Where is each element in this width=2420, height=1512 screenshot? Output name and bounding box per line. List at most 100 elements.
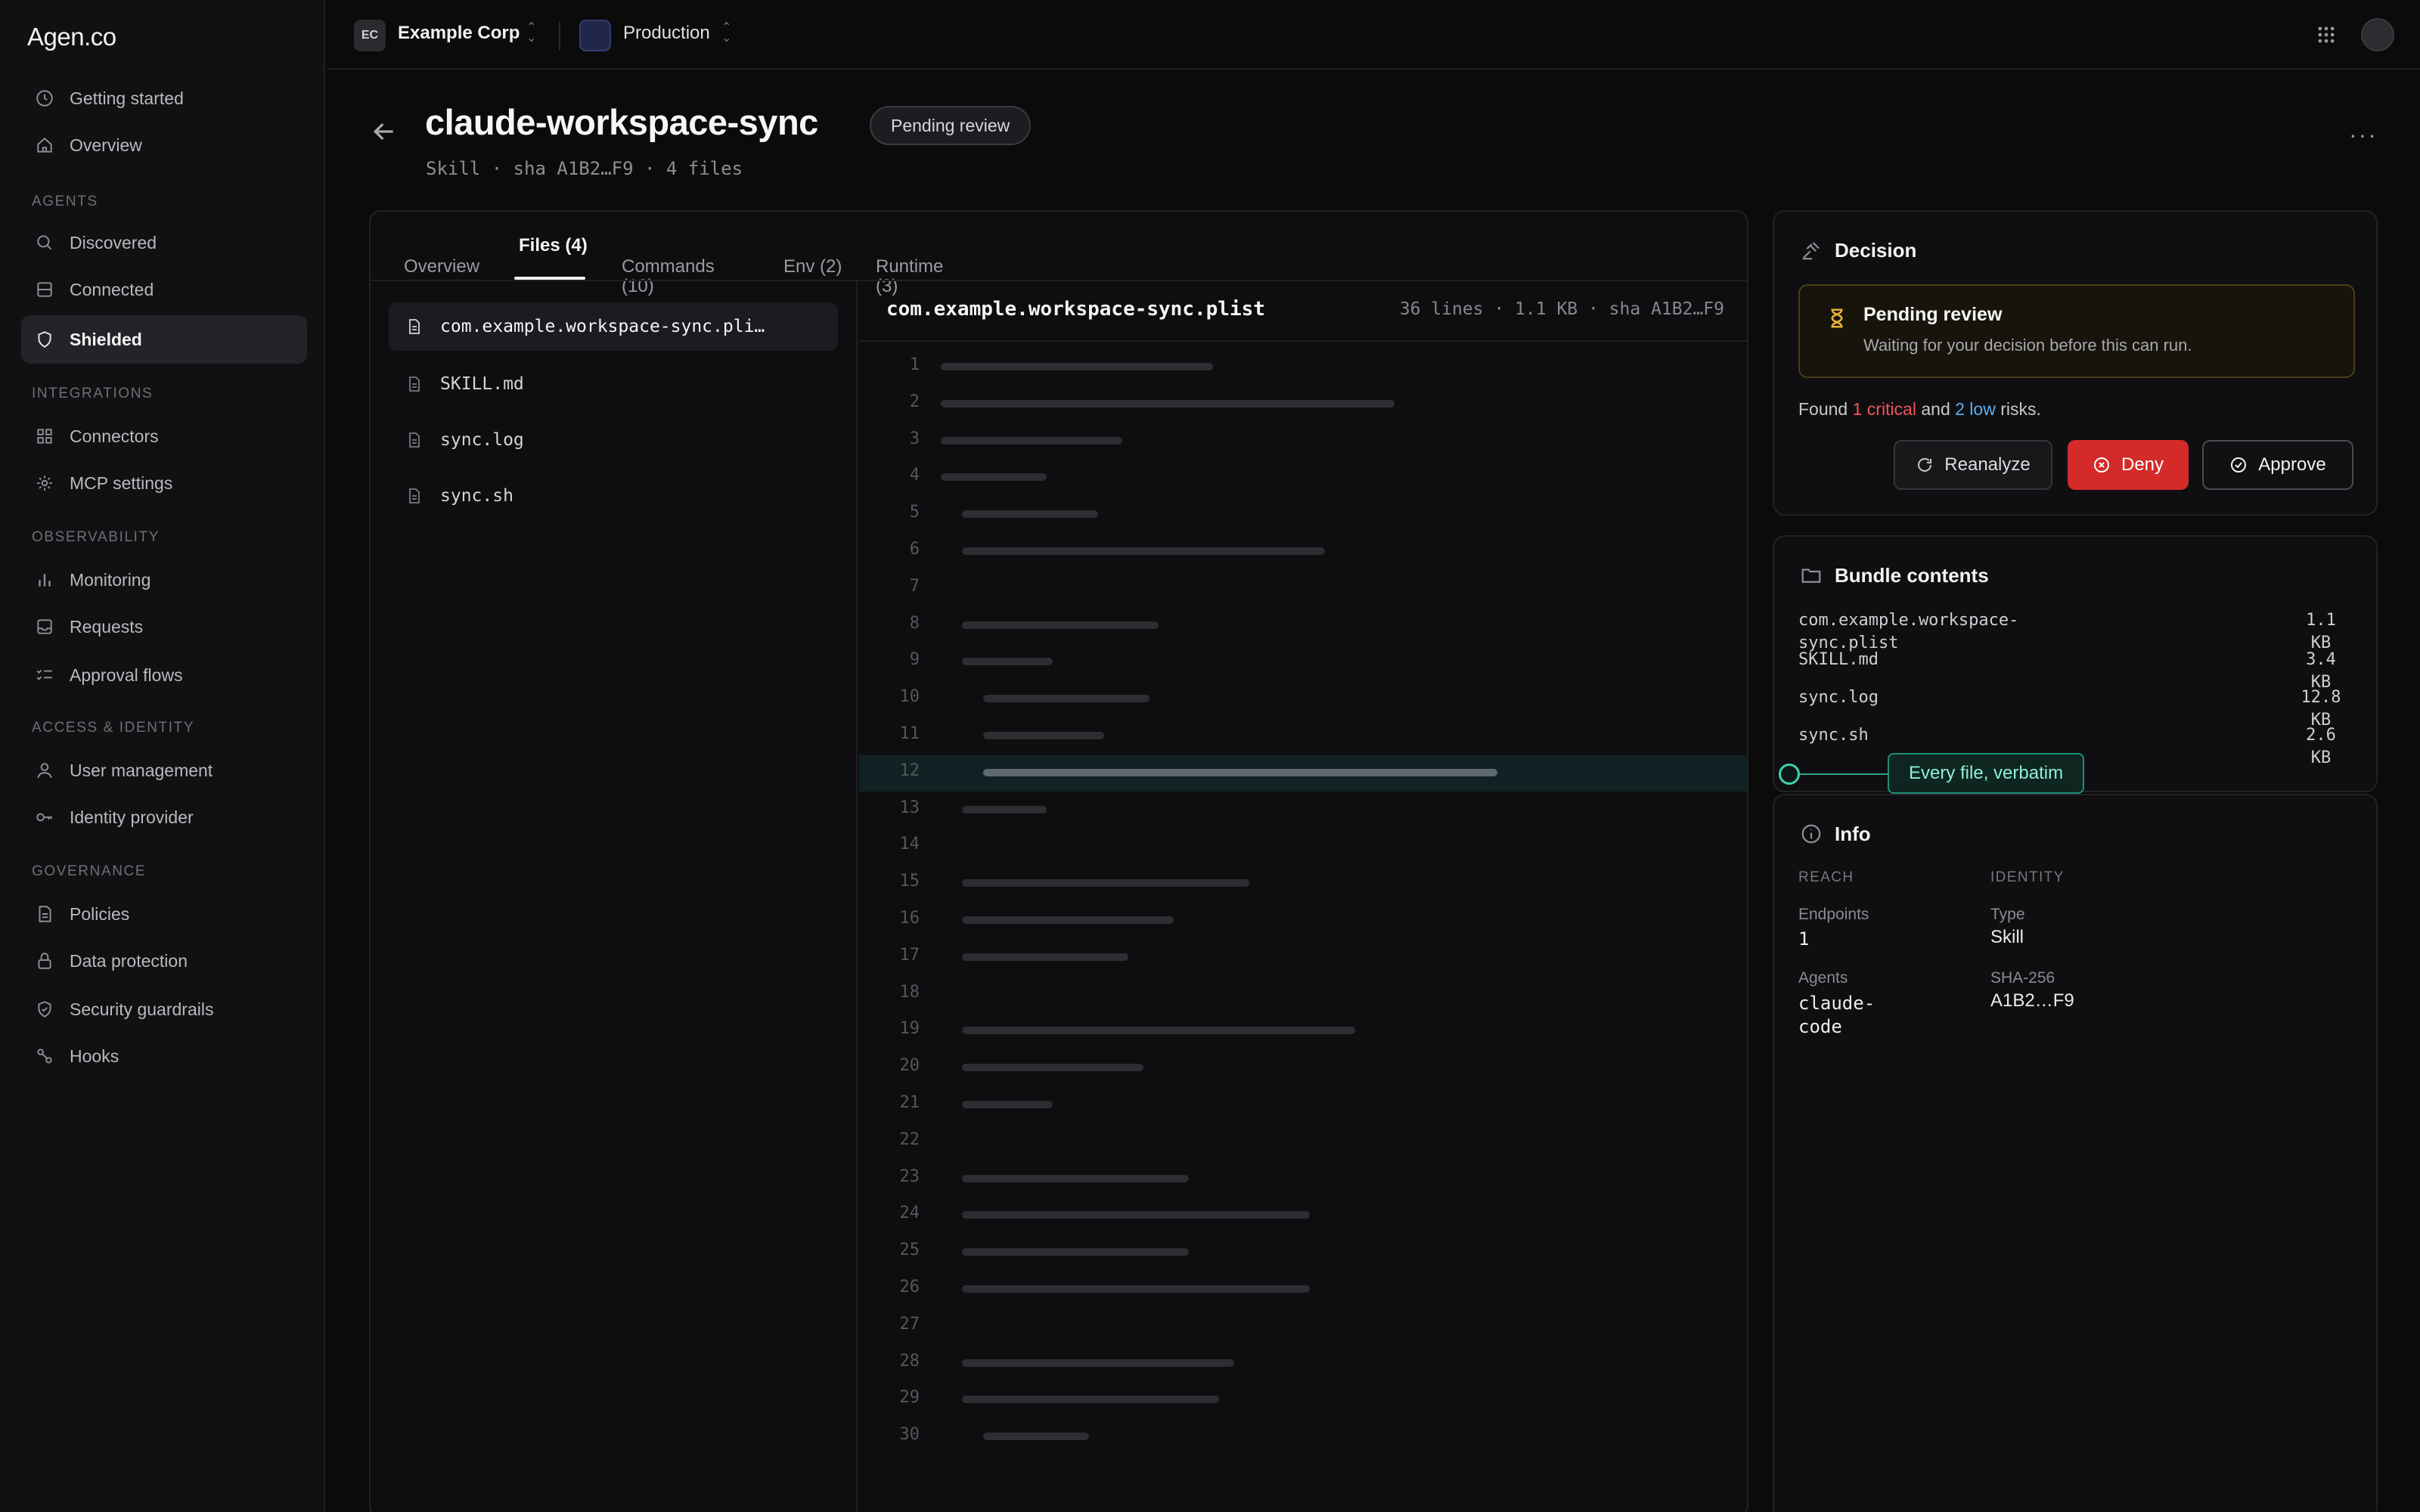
deny-button[interactable]: Deny	[2068, 440, 2189, 490]
clock-icon	[36, 90, 53, 107]
refresh-icon	[1918, 457, 1932, 472]
line-number: 3	[909, 429, 920, 448]
code-line-placeholder	[962, 1396, 1219, 1404]
sidebar-item-identity-provider[interactable]: Identity provider	[21, 793, 307, 841]
file-icon	[409, 488, 420, 503]
divider	[559, 21, 560, 50]
env-swatch[interactable]	[579, 20, 611, 51]
line-number: 25	[899, 1241, 920, 1260]
x-circle-icon	[2093, 457, 2109, 472]
section-access-identity: ACCESS & IDENTITY	[32, 720, 195, 736]
button-label: Approve	[2258, 454, 2326, 475]
line-number: 6	[909, 540, 920, 559]
decision-card: Decision Pending review Waiting for your…	[1773, 210, 2378, 516]
code-line-placeholder	[983, 732, 1104, 739]
reanalyze-button[interactable]: Reanalyze	[1894, 440, 2052, 490]
app-logo[interactable]: Agen.co	[27, 23, 116, 51]
line-number: 26	[899, 1278, 920, 1297]
pending-description: Waiting for your decision before this ca…	[1863, 336, 2192, 355]
critical-count[interactable]: 1 critical	[1853, 399, 1916, 419]
back-arrow-icon[interactable]	[369, 116, 399, 147]
line-number: 24	[899, 1204, 920, 1223]
line-number: 29	[899, 1388, 920, 1408]
sidebar-item-hooks[interactable]: Hooks	[21, 1032, 307, 1080]
sidebar-item-shielded[interactable]: Shielded	[21, 315, 307, 364]
sidebar-item-data-protection[interactable]: Data protection	[21, 937, 307, 985]
sidebar-item-mcp-settings[interactable]: MCP settings	[21, 459, 307, 507]
sidebar-item-requests[interactable]: Requests	[21, 603, 307, 651]
sidebar-item-overview[interactable]: Overview	[21, 121, 307, 169]
page-subtitle: Skill · sha A1B2…F9 · 4 files	[426, 158, 743, 179]
inbox-icon	[37, 619, 52, 634]
button-label: Deny	[2121, 454, 2164, 475]
tab-overview[interactable]: Overview	[404, 256, 479, 278]
hourglass-icon	[1831, 308, 1843, 328]
bundle-file-name: SKILL.md	[1798, 650, 1879, 669]
risk-text: risks.	[2000, 399, 2041, 419]
home-icon	[37, 138, 52, 153]
chevron-updown-icon[interactable]: ⌃ ⌄	[721, 22, 731, 45]
sidebar-item-label: Connected	[70, 279, 154, 299]
file-item[interactable]: SKILL.md	[389, 360, 838, 408]
sidebar-item-label: Identity provider	[70, 807, 194, 827]
endpoints-label: Endpoints	[1798, 906, 1869, 923]
sidebar-item-label: Requests	[70, 616, 144, 637]
code-line-placeholder	[962, 621, 1159, 629]
more-options-icon[interactable]: ···	[2349, 121, 2378, 149]
code-line-placeholder	[962, 1174, 1189, 1182]
sidebar-item-policies[interactable]: Policies	[21, 890, 307, 938]
file-item[interactable]: com.example.workspace-sync.pli…	[389, 302, 838, 351]
sidebar-item-label: Discovered	[70, 232, 157, 253]
section-governance: GOVERNANCE	[32, 863, 147, 879]
tab-files[interactable]: Files (4)	[519, 234, 588, 257]
sidebar-item-user-management[interactable]: User management	[21, 746, 307, 795]
approve-button[interactable]: Approve	[2202, 440, 2353, 490]
section-agents: AGENTS	[32, 194, 98, 209]
viewer-meta: 36 lines · 1.1 KB · sha A1B2…F9	[1399, 299, 1724, 319]
sidebar-item-connectors[interactable]: Connectors	[21, 412, 307, 460]
risk-text: and	[1921, 399, 1950, 419]
line-number: 13	[899, 798, 920, 817]
sidebar-item-security-guardrails[interactable]: Security guardrails	[21, 985, 307, 1033]
apps-grid-icon[interactable]	[2316, 24, 2337, 45]
line-number: 7	[909, 576, 920, 596]
user-avatar[interactable]	[2361, 18, 2394, 51]
org-avatar[interactable]: EC	[354, 20, 386, 51]
callout-label: Every file, verbatim	[1888, 753, 2085, 794]
code-line-placeholder	[941, 399, 1395, 407]
line-number: 8	[909, 613, 920, 633]
line-number: 17	[899, 945, 920, 965]
key-icon	[36, 813, 52, 822]
document-icon	[39, 906, 51, 922]
bar-chart-icon	[39, 574, 51, 587]
line-number: 14	[899, 835, 920, 854]
code-line-placeholder	[962, 1064, 1143, 1072]
low-count[interactable]: 2 low	[1955, 399, 1996, 419]
file-name: com.example.workspace-sync.pli…	[440, 317, 765, 336]
sidebar-item-discovered[interactable]: Discovered	[21, 218, 307, 267]
sidebar-item-monitoring[interactable]: Monitoring	[21, 556, 307, 604]
bundle-file-name: sync.log	[1798, 688, 1879, 707]
files-panel: Overview Files (4) Commands (10) Env (2)…	[369, 210, 1748, 1512]
file-icon	[409, 432, 420, 448]
user-icon	[37, 763, 52, 779]
code-line-placeholder	[962, 916, 1174, 924]
info-card: Info REACH IDENTITY Endpoints 1 Type Ski…	[1773, 794, 2378, 1512]
sidebar-item-connected[interactable]: Connected	[21, 265, 307, 314]
type-value: Skill	[1990, 927, 2024, 947]
sidebar-item-approval-flows[interactable]: Approval flows	[21, 651, 307, 699]
file-name: sync.sh	[440, 486, 513, 506]
line-number: 22	[899, 1129, 920, 1149]
sidebar-item-label: Security guardrails	[70, 999, 214, 1019]
line-number: 20	[899, 1056, 920, 1076]
environment-switcher[interactable]: Production	[623, 23, 710, 44]
file-item[interactable]: sync.sh	[389, 472, 838, 520]
code-line-placeholder	[941, 473, 1047, 482]
chevron-updown-icon[interactable]: ⌃ ⌄	[526, 22, 536, 45]
tab-env[interactable]: Env (2)	[783, 256, 842, 278]
info-title: Info	[1835, 823, 1871, 845]
bundle-file-size: 2.6 KB	[2306, 726, 2336, 767]
sidebar-item-getting-started[interactable]: Getting started	[21, 74, 307, 122]
file-item[interactable]: sync.log	[389, 416, 838, 464]
org-switcher[interactable]: Example Corp	[398, 23, 520, 44]
